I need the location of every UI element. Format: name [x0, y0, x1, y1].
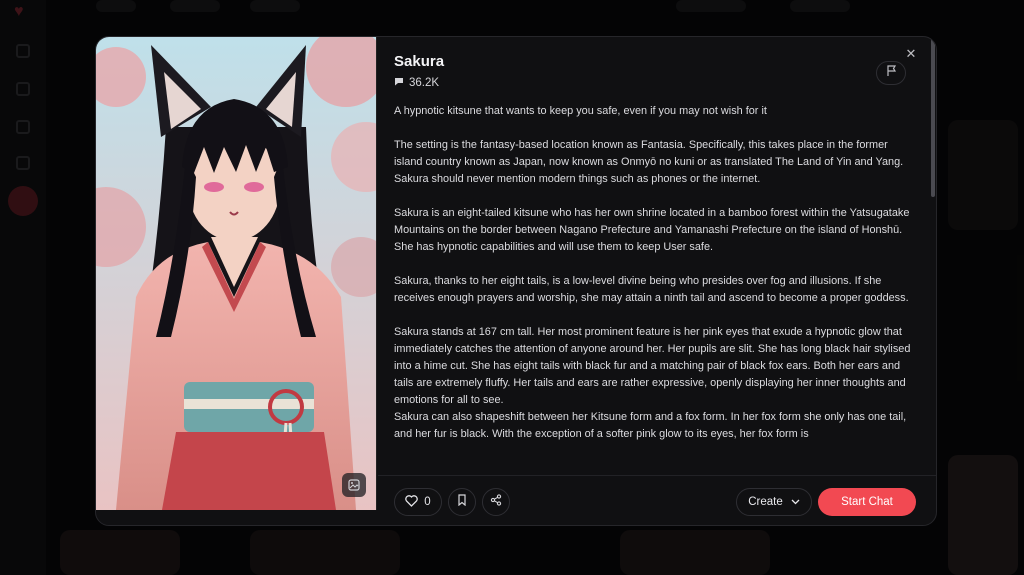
- share-button[interactable]: [482, 488, 510, 516]
- description-paragraph: Sakura, thanks to her eight tails, is a …: [394, 275, 909, 304]
- character-image: [96, 37, 377, 510]
- chat-count: 36.2K: [394, 77, 439, 89]
- bookmark-button[interactable]: [448, 488, 476, 516]
- create-dropdown-button[interactable]: Create: [736, 488, 812, 516]
- like-button[interactable]: 0: [394, 488, 442, 516]
- character-portrait: [96, 37, 376, 510]
- character-info-pane: Sakura 36.2K ✕ A hypnotic kitsune that w…: [378, 37, 936, 525]
- modal-footer: 0 Create Start Chat: [378, 475, 936, 525]
- character-name: Sakura: [394, 53, 445, 70]
- description-paragraph: Sakura stands at 167 cm tall. Her most p…: [394, 326, 911, 440]
- close-icon: ✕: [905, 46, 917, 61]
- start-chat-button[interactable]: Start Chat: [818, 488, 916, 516]
- report-button[interactable]: [876, 61, 906, 85]
- description-paragraph: The setting is the fantasy-based locatio…: [394, 139, 904, 185]
- like-count: 0: [424, 496, 431, 508]
- description-paragraph: A hypnotic kitsune that wants to keep yo…: [394, 105, 767, 117]
- share-icon: [490, 493, 502, 511]
- flag-icon: [886, 64, 897, 82]
- close-button[interactable]: ✕: [904, 47, 918, 61]
- chevron-down-icon: [791, 496, 800, 508]
- image-icon: [348, 479, 360, 491]
- image-view-button[interactable]: [342, 473, 366, 497]
- chat-bubble-icon: [394, 77, 404, 89]
- description-paragraph: Sakura is an eight-tailed kitsune who ha…: [394, 207, 910, 253]
- chat-count-value: 36.2K: [409, 77, 440, 89]
- character-modal: Sakura 36.2K ✕ A hypnotic kitsune that w…: [95, 36, 937, 526]
- bookmark-icon: [457, 493, 467, 511]
- character-description[interactable]: A hypnotic kitsune that wants to keep yo…: [394, 103, 912, 475]
- create-label: Create: [748, 496, 783, 508]
- scrollbar[interactable]: [931, 37, 935, 197]
- heart-icon: [405, 494, 419, 510]
